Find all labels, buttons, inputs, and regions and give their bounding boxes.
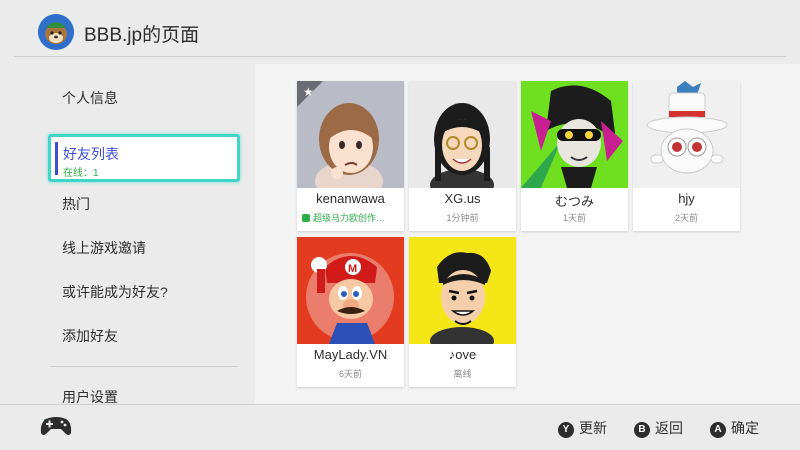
header-divider: [14, 56, 786, 57]
friend-name: kenanwawa: [316, 191, 385, 206]
online-dot-icon: [302, 214, 310, 222]
friend-card[interactable]: hjy 2天前: [633, 81, 740, 231]
friend-card[interactable]: むつみ 1天前: [521, 81, 628, 231]
sidebar-item-friend-list[interactable]: 好友列表 在线：1: [48, 134, 240, 182]
sidebar-item-add-friend[interactable]: 添加好友: [62, 326, 118, 346]
page-title: BBB.jp的页面: [84, 25, 200, 46]
friend-name: むつみ: [554, 194, 594, 209]
friend-avatar: [409, 81, 516, 188]
header-bar: BBB.jp的页面: [0, 0, 800, 64]
friend-avatar: M: [297, 237, 404, 344]
svg-text:M: M: [348, 263, 357, 275]
sidebar-item-suggested-friends[interactable]: 或许能成为好友?: [62, 282, 168, 302]
friend-name: XG.us: [444, 191, 481, 206]
confirm-button[interactable]: A 确定: [710, 418, 759, 438]
friend-status: 1分钟前: [446, 213, 479, 223]
sidebar-divider: [50, 366, 238, 367]
friend-name: MayLady.VN: [313, 347, 388, 362]
sidebar-item-profile[interactable]: 个人信息: [62, 88, 118, 108]
friend-status: 离线: [453, 369, 472, 379]
b-button-icon: B: [634, 422, 650, 438]
friend-card[interactable]: ★ kenanwawa 超级马力欧创作…: [297, 81, 404, 231]
selection-indicator: [55, 142, 58, 175]
friend-name: hjy: [678, 191, 695, 206]
refresh-button[interactable]: Y 更新: [558, 418, 607, 438]
friend-status: 1天前: [562, 213, 586, 223]
y-button-icon: Y: [558, 422, 574, 438]
sidebar: [0, 64, 255, 404]
sidebar-item-popular[interactable]: 热门: [62, 194, 90, 214]
friend-name: ♪ove: [448, 347, 477, 362]
friend-status: 6天前: [338, 369, 362, 379]
user-avatar: [38, 14, 74, 50]
friend-avatar: [409, 237, 516, 344]
sidebar-item-label: 好友列表: [63, 146, 119, 162]
online-count: 在线：1: [63, 168, 99, 179]
a-button-icon: A: [710, 422, 726, 438]
friend-status: 2天前: [674, 213, 698, 223]
controller-icon: [40, 415, 72, 437]
friend-avatar: [633, 81, 740, 188]
friend-card[interactable]: ♪ove 离线: [409, 237, 516, 387]
friend-card[interactable]: M MayLady.VN 6天前: [297, 237, 404, 387]
friend-card[interactable]: XG.us 1分钟前: [409, 81, 516, 231]
back-button[interactable]: B 返回: [634, 418, 683, 438]
friend-status: 超级马力欧创作…: [297, 211, 404, 224]
friend-avatar: ★: [297, 81, 404, 188]
friend-avatar: [521, 81, 628, 188]
favorite-star-icon: ★: [303, 85, 314, 99]
sidebar-item-online-invites[interactable]: 线上游戏邀请: [62, 238, 146, 258]
